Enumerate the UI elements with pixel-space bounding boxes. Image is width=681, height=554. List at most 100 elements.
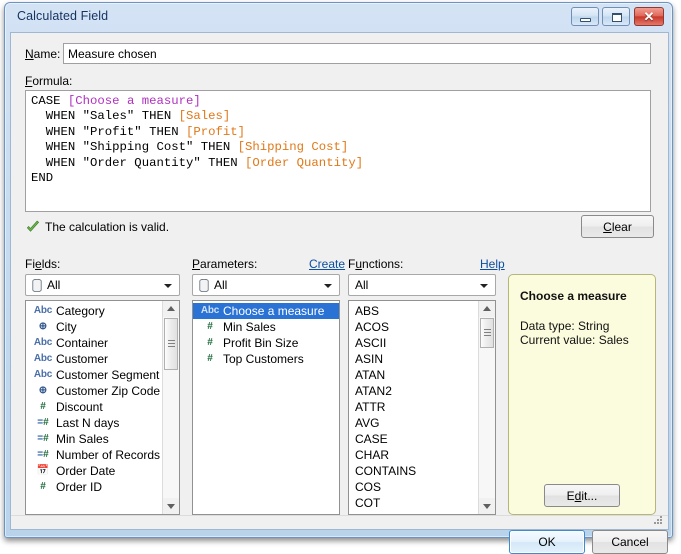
scroll-down-icon[interactable] xyxy=(163,498,179,514)
formula-token: WHEN "Order Quantity" THEN xyxy=(31,156,245,170)
list-item[interactable]: COS xyxy=(349,479,478,495)
scrollbar-thumb[interactable] xyxy=(480,318,494,348)
list-item[interactable]: COT xyxy=(349,495,478,511)
green-check-icon xyxy=(25,220,41,235)
list-item-label: Customer Zip Code xyxy=(56,383,160,399)
formula-editor[interactable]: CASE [Choose a measure] WHEN "Sales" THE… xyxy=(25,90,651,212)
calculated-number-icon: =# xyxy=(30,431,56,447)
list-item[interactable]: ⊕Customer Zip Code xyxy=(26,383,162,399)
fields-filter-dropdown[interactable]: All xyxy=(25,274,180,296)
list-item-label: COUNT xyxy=(355,511,398,514)
list-item[interactable]: AbcChoose a measure xyxy=(193,303,339,319)
list-item[interactable]: AbcCustomer Segment xyxy=(26,367,162,383)
functions-list-rows: ABSACOSASCIIASINATANATAN2ATTRAVGCASECHAR… xyxy=(349,301,478,514)
dialog-body: Name: Formula: CASE [Choose a measure] W… xyxy=(10,32,669,530)
functions-filter-dropdown[interactable]: All xyxy=(348,274,496,296)
parameters-heading: Parameters: xyxy=(192,257,257,271)
name-label: Name: xyxy=(25,47,60,61)
list-item-label: ASCII xyxy=(355,335,386,351)
name-input[interactable] xyxy=(63,43,651,64)
database-icon xyxy=(32,279,42,292)
list-item[interactable]: ASIN xyxy=(349,351,478,367)
abc-string-icon: Abc xyxy=(30,367,56,383)
title-bar[interactable]: Calculated Field ✕ xyxy=(5,3,672,32)
cancel-button[interactable]: Cancel xyxy=(592,530,668,554)
fields-filter-value: All xyxy=(47,278,60,292)
list-item[interactable]: ACOS xyxy=(349,319,478,335)
info-panel-title: Choose a measure xyxy=(520,289,627,303)
formula-token: [Order Quantity] xyxy=(245,156,363,170)
functions-filter-value: All xyxy=(355,278,368,292)
list-item-label: ATTR xyxy=(355,399,385,415)
minimize-button[interactable] xyxy=(571,7,599,26)
maximize-button[interactable] xyxy=(602,7,630,26)
create-parameter-link[interactable]: Create xyxy=(309,257,345,271)
resize-grip-icon[interactable] xyxy=(652,514,664,526)
list-item[interactable]: ATAN xyxy=(349,367,478,383)
calculated-number-icon: =# xyxy=(30,415,56,431)
close-icon: ✕ xyxy=(635,8,663,25)
list-item-label: Customer xyxy=(56,351,108,367)
list-item-label: COT xyxy=(355,495,380,511)
scroll-down-icon[interactable] xyxy=(479,498,495,514)
list-item[interactable]: ATAN2 xyxy=(349,383,478,399)
parameters-filter-dropdown[interactable]: All xyxy=(192,274,340,296)
list-item[interactable]: ASCII xyxy=(349,335,478,351)
scroll-up-icon[interactable] xyxy=(479,301,495,317)
fields-listbox[interactable]: AbcCategory⊕CityAbcContainerAbcCustomerA… xyxy=(25,300,180,515)
ok-button[interactable]: OK xyxy=(509,530,585,554)
list-item-label: Last N days xyxy=(56,415,119,431)
globe-geographic-icon: ⊕ xyxy=(30,383,56,399)
list-item-label: Number of Records xyxy=(56,447,160,463)
formula-label: Formula: xyxy=(25,74,72,88)
edit-parameter-button[interactable]: Edit... xyxy=(544,484,620,507)
list-item[interactable]: COUNT xyxy=(349,511,478,514)
parameters-filter-value: All xyxy=(214,278,227,292)
list-item-label: ATAN xyxy=(355,367,385,383)
scroll-up-icon[interactable] xyxy=(163,301,179,317)
calculated-number-icon: =# xyxy=(30,447,56,463)
formula-text: CASE [Choose a measure] WHEN "Sales" THE… xyxy=(31,94,645,186)
formula-token: [Shipping Cost] xyxy=(238,140,349,154)
list-item[interactable]: =#Number of Records xyxy=(26,447,162,463)
functions-listbox[interactable]: ABSACOSASCIIASINATANATAN2ATTRAVGCASECHAR… xyxy=(348,300,496,515)
list-item[interactable]: AVG xyxy=(349,415,478,431)
parameters-listbox[interactable]: AbcChoose a measure#Min Sales#Profit Bin… xyxy=(192,300,340,515)
list-item[interactable]: =#Last N days xyxy=(26,415,162,431)
abc-string-icon: Abc xyxy=(30,303,56,319)
list-item[interactable]: 📅Order Date xyxy=(26,463,162,479)
list-item[interactable]: CASE xyxy=(349,431,478,447)
info-data-type: Data type: String xyxy=(520,319,609,333)
list-item[interactable]: ATTR xyxy=(349,399,478,415)
list-item-label: Customer Segment xyxy=(56,367,159,383)
list-item[interactable]: CHAR xyxy=(349,447,478,463)
hash-number-icon: # xyxy=(30,479,56,495)
scrollbar-thumb[interactable] xyxy=(164,318,178,370)
calendar-date-icon: 📅 xyxy=(30,463,56,479)
list-item[interactable]: #Profit Bin Size xyxy=(193,335,339,351)
list-item[interactable]: #Top Customers xyxy=(193,351,339,367)
functions-scrollbar[interactable] xyxy=(478,301,495,514)
list-item[interactable]: #Min Sales xyxy=(193,319,339,335)
list-item[interactable]: ABS xyxy=(349,303,478,319)
info-current-value: Current value: Sales xyxy=(520,333,629,347)
close-button[interactable]: ✕ xyxy=(634,7,664,26)
list-item-label: ACOS xyxy=(355,319,389,335)
list-item-label: ASIN xyxy=(355,351,383,367)
fields-scrollbar[interactable] xyxy=(162,301,179,514)
help-link[interactable]: Help xyxy=(480,257,505,271)
list-item[interactable]: #Discount xyxy=(26,399,162,415)
hash-number-icon: # xyxy=(30,399,56,415)
list-item[interactable]: AbcContainer xyxy=(26,335,162,351)
list-item[interactable]: #Order ID xyxy=(26,479,162,495)
list-item[interactable]: AbcCustomer xyxy=(26,351,162,367)
list-item-label: City xyxy=(56,319,77,335)
list-item[interactable]: CONTAINS xyxy=(349,463,478,479)
list-item[interactable]: =#Min Sales xyxy=(26,431,162,447)
chevron-down-icon xyxy=(164,284,172,288)
abc-string-icon: Abc xyxy=(30,335,56,351)
list-item[interactable]: ⊕City xyxy=(26,319,162,335)
list-item-label: Min Sales xyxy=(223,319,276,335)
list-item[interactable]: AbcCategory xyxy=(26,303,162,319)
clear-button[interactable]: Clear xyxy=(581,215,654,238)
